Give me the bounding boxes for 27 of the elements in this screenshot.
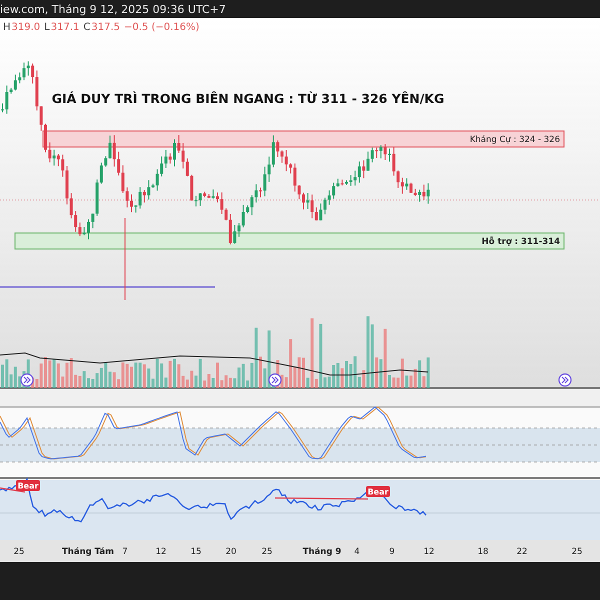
time-axis-label: 9 xyxy=(389,547,395,557)
ohlc-label: C xyxy=(83,22,90,33)
chart-source-timestamp: iew.com, Tháng 9 12, 2025 09:36 UTC+7 xyxy=(0,2,226,16)
bear-signal-label: Bear xyxy=(18,482,38,490)
ohlc-label: L xyxy=(44,22,50,33)
time-axis-label: 25 xyxy=(14,547,24,557)
time-axis-label: 22 xyxy=(516,547,528,557)
chart-title: GIÁ DUY TRÌ TRONG BIÊN NGANG : TỪ 311 - 326 YÊN/KG xyxy=(52,91,444,106)
time-axis-label: 18 xyxy=(478,547,488,557)
price-change: −0.5 (−0.16%) xyxy=(124,22,200,33)
time-axis-label: Tháng Tám xyxy=(62,547,114,557)
ohlc-label: H xyxy=(3,22,11,33)
time-axis-label: 15 xyxy=(190,547,202,557)
bear-signal-label: Bear xyxy=(368,488,388,496)
time-axis-label: 20 xyxy=(226,547,236,557)
time-axis-label: 25 xyxy=(262,547,272,557)
support-label: Hỗ trợ : 311-314 xyxy=(482,237,560,247)
time-axis-label: Tháng 9 xyxy=(302,547,342,557)
ohlc-value: 317.5 xyxy=(91,22,120,33)
time-axis-label: 12 xyxy=(424,547,434,557)
resistance-label: Kháng Cự : 324 - 326 xyxy=(470,135,560,145)
time-axis-label: 25 xyxy=(572,547,582,557)
time-axis-label: 7 xyxy=(122,547,128,557)
time-axis-label: 4 xyxy=(354,547,360,557)
time-axis-label: 12 xyxy=(156,547,166,557)
ohlc-value: 319.0 xyxy=(12,22,40,33)
ohlc-value: 317.1 xyxy=(50,22,80,33)
